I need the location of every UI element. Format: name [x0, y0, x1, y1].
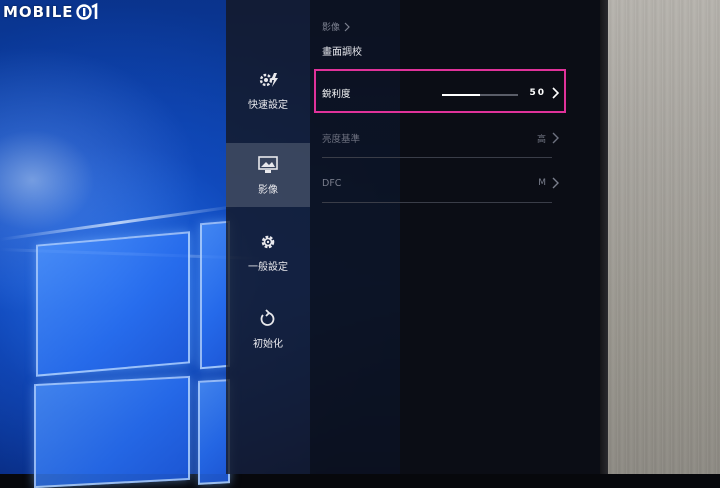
sidebar-item-quick-settings[interactable]: 快速設定 — [226, 58, 310, 122]
wall-background — [608, 0, 720, 474]
image-icon — [258, 155, 278, 173]
chevron-right-icon — [552, 132, 559, 144]
chevron-right-icon — [552, 177, 559, 189]
breadcrumb: 影像 — [322, 20, 350, 33]
gear-icon — [261, 235, 275, 248]
sidebar-item-label: 快速設定 — [248, 99, 288, 111]
window-pane — [34, 375, 190, 488]
sidebar-item-image[interactable]: 影像 — [226, 143, 310, 207]
watermark-text: MOBILE — [3, 3, 74, 21]
selection-highlight-box — [314, 69, 566, 113]
monitor-bezel — [600, 0, 608, 474]
sidebar-item-reset[interactable]: 初始化 — [226, 297, 310, 361]
setting-value: M — [538, 178, 546, 188]
page-title: 畫面調校 — [322, 47, 362, 58]
mobile01-logo-icon — [75, 2, 97, 20]
divider — [322, 202, 552, 203]
setting-row-dfc[interactable]: DFC M — [322, 163, 560, 203]
setting-label: 亮度基準 — [322, 134, 361, 145]
sidebar-item-label: 一般設定 — [248, 261, 288, 273]
sidebar-item-label: 初始化 — [253, 338, 283, 350]
reset-icon — [260, 308, 275, 326]
osd-sidebar: 快速設定 影像 一般設定 初始化 — [226, 0, 310, 474]
window-pane — [36, 231, 190, 377]
setting-row-brightness-reference[interactable]: 亮度基準 高 — [322, 118, 560, 158]
sidebar-item-general-settings[interactable]: 一般設定 — [226, 220, 310, 284]
divider — [322, 157, 552, 158]
setting-label: DFC — [322, 177, 342, 189]
chevron-right-icon — [344, 22, 350, 31]
quick-settings-icon — [259, 72, 278, 87]
breadcrumb-item: 影像 — [322, 23, 341, 33]
sidebar-item-label: 影像 — [258, 184, 278, 196]
watermark: MOBILE — [3, 2, 100, 22]
setting-value: 高 — [536, 134, 546, 145]
